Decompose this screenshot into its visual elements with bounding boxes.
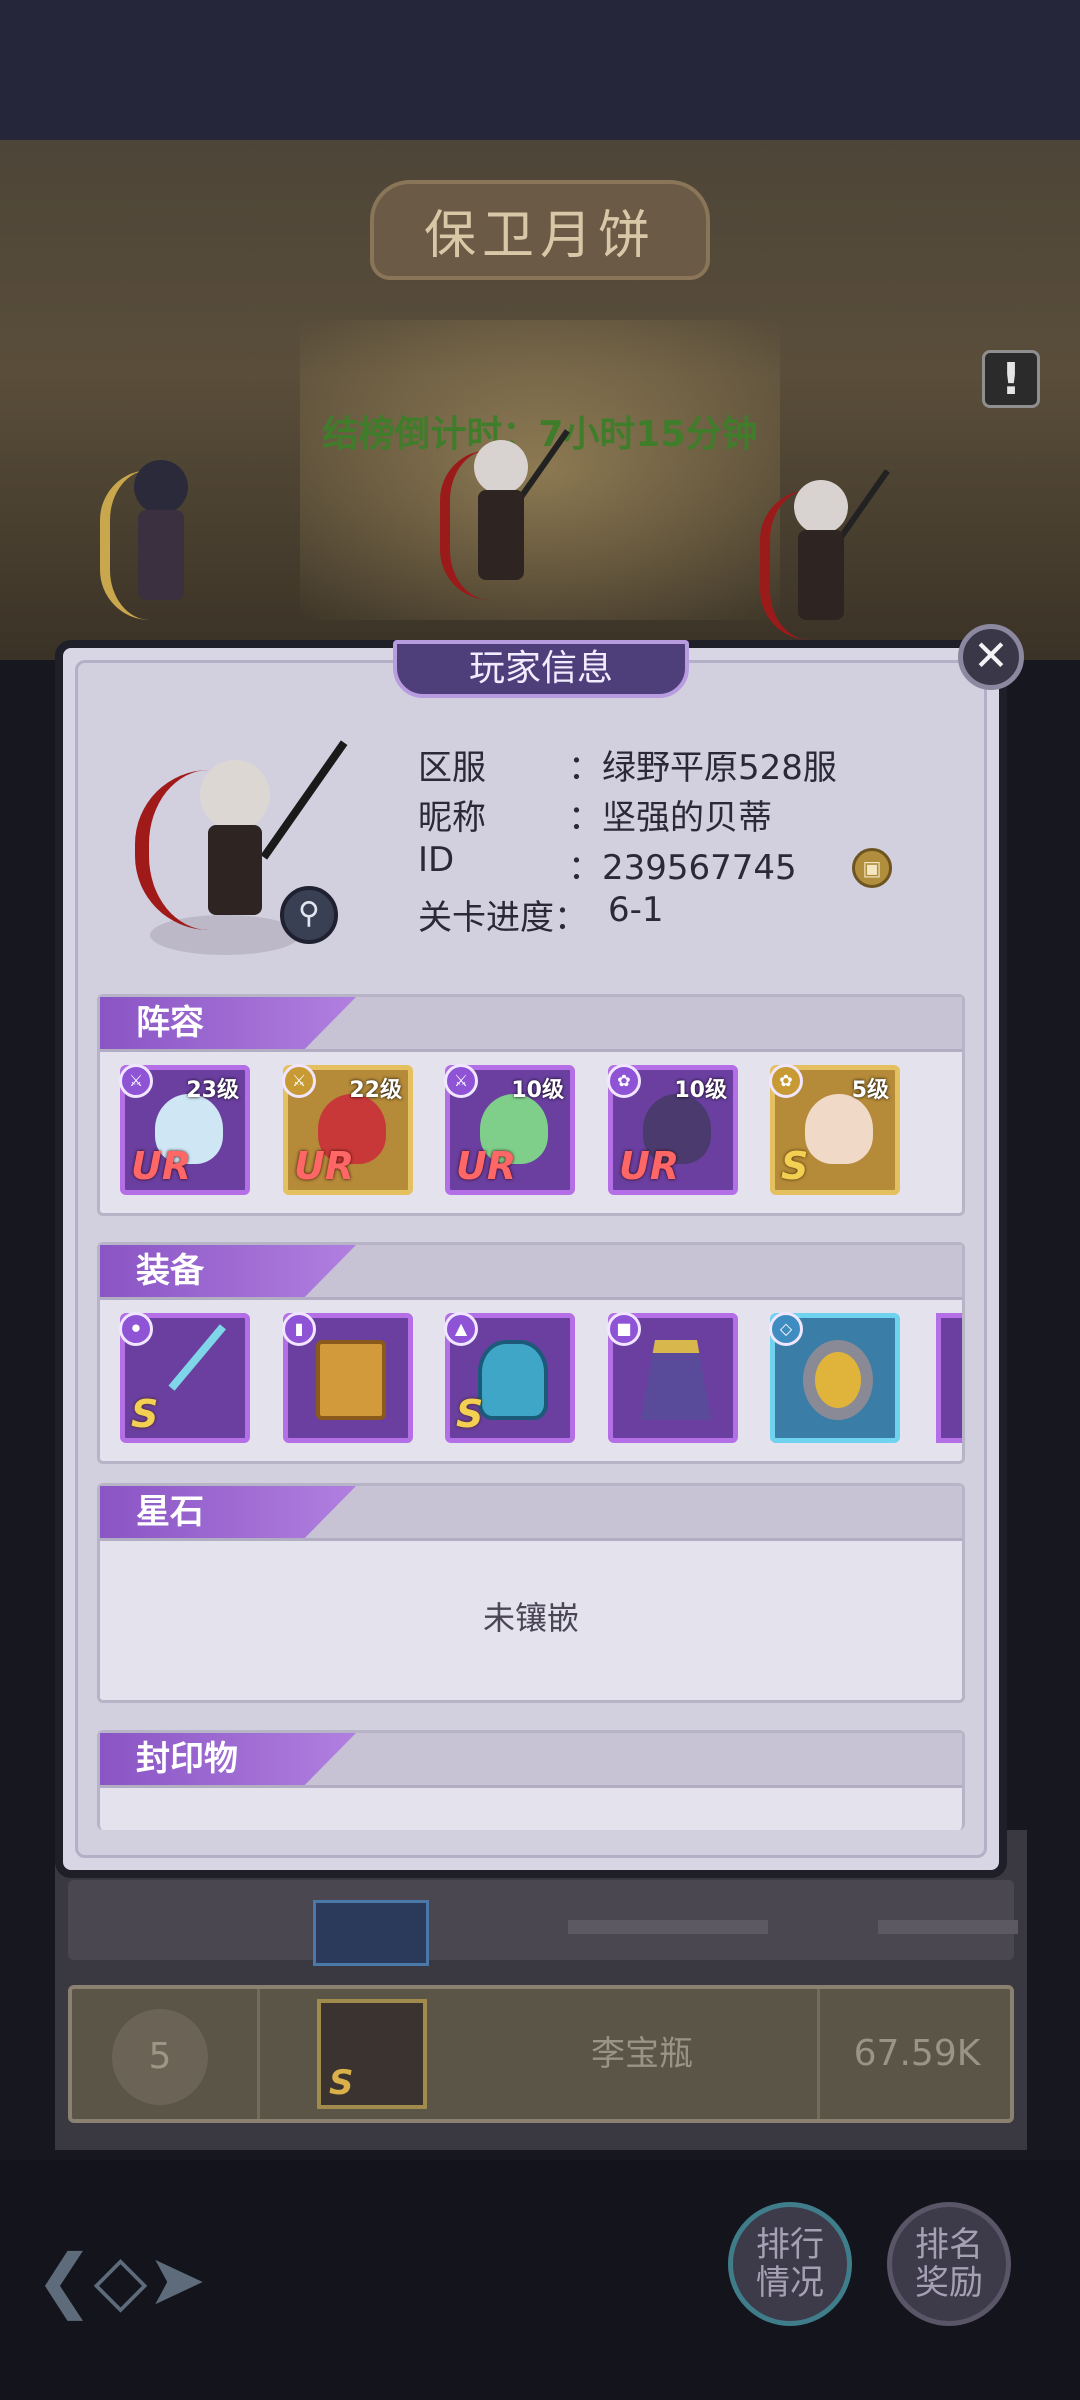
sword-icon: ⚔ xyxy=(282,1064,316,1098)
equipment-slot-2[interactable]: ▮ xyxy=(282,1312,413,1443)
rarity-badge: S xyxy=(131,1392,159,1436)
skirt-icon xyxy=(641,1340,711,1420)
rank-avatar xyxy=(313,1900,429,1966)
equipment-slot-3[interactable]: ▲ S xyxy=(444,1312,575,1443)
rarity-badge: S xyxy=(781,1144,809,1188)
close-icon[interactable]: ✕ xyxy=(958,624,1024,690)
swirl-icon: ✿ xyxy=(607,1064,641,1098)
rank-avatar[interactable]: S xyxy=(317,1999,427,2109)
character-sprite-3[interactable] xyxy=(760,460,890,660)
hero-level: 23级 xyxy=(186,1078,239,1103)
helmet-icon xyxy=(478,1340,548,1420)
equipment-slot-6[interactable] xyxy=(936,1313,962,1443)
info-label: 区服 xyxy=(418,748,486,788)
info-value: ：坚强的贝蒂 xyxy=(568,798,772,838)
hero-level: 5级 xyxy=(851,1078,889,1103)
equipment-slot-5[interactable]: ◇ xyxy=(769,1312,900,1443)
magnifier-icon[interactable]: ⚲ xyxy=(280,886,338,944)
ranking-row[interactable]: 5 S 李宝瓶 67.59K xyxy=(68,1985,1014,2123)
star-stone-section: 星石 未镶嵌 xyxy=(97,1483,965,1703)
rarity-badge: UR xyxy=(131,1144,192,1188)
equipment-slot-4[interactable]: ■ xyxy=(607,1312,738,1443)
hero-slot-4[interactable]: ✿ 10级 UR xyxy=(607,1064,738,1195)
empty-state-text: 未镶嵌 xyxy=(482,1599,579,1637)
ring-icon xyxy=(803,1340,873,1420)
rank-status-button[interactable]: 排行 情况 xyxy=(728,2202,852,2326)
rank-status-label: 排行 情况 xyxy=(756,2225,824,2303)
ranking-row-partial[interactable] xyxy=(68,1880,1018,1966)
trident-icon xyxy=(168,1324,280,1436)
rarity-badge: UR xyxy=(294,1144,355,1188)
copy-id-icon[interactable]: ▣ xyxy=(852,848,892,888)
info-value: ：绿野平原528服 xyxy=(568,748,837,788)
rank-number: 5 xyxy=(112,2009,208,2105)
hero-slot-3[interactable]: ⚔ 10级 UR xyxy=(444,1064,575,1195)
book-icon xyxy=(316,1340,386,1420)
back-arrow-icon[interactable]: ❮◇➤ xyxy=(35,2240,206,2320)
rank-score: 67.59K xyxy=(853,2033,981,2074)
armor-type-icon: ■ xyxy=(607,1312,641,1346)
character-sprite-2[interactable] xyxy=(440,420,570,620)
book-type-icon: ▮ xyxy=(282,1312,316,1346)
staff-type-icon: ⚫ xyxy=(119,1312,153,1346)
rank-reward-label: 排名 奖励 xyxy=(915,2225,983,2303)
swirl-icon: ✿ xyxy=(769,1064,803,1098)
info-label: 昵称 xyxy=(418,798,486,838)
top-bar xyxy=(0,0,1080,140)
rank-reward-button[interactable]: 排名 奖励 xyxy=(887,2202,1011,2326)
hero-slot-1[interactable]: ⚔ 23级 UR xyxy=(119,1064,250,1195)
alert-icon[interactable]: ! xyxy=(982,350,1040,408)
info-value: ：239567745 xyxy=(568,848,797,888)
rarity-badge: S xyxy=(329,2063,354,2103)
hero-level: 22级 xyxy=(349,1078,402,1103)
equipment-slot-1[interactable]: ⚫ S xyxy=(119,1312,280,1443)
lineup-section: 阵容 ⚔ 23级 UR ⚔ 22级 UR ⚔ 10级 UR ✿ 10级 UR ✿… xyxy=(97,994,965,1216)
rarity-badge: S xyxy=(456,1392,484,1436)
hero-portrait xyxy=(805,1094,873,1164)
hero-level: 10级 xyxy=(674,1078,727,1103)
event-title: 保卫月饼 xyxy=(370,180,710,280)
dagger-icon: ⚔ xyxy=(444,1064,478,1098)
info-value: 6-1 xyxy=(608,890,664,930)
info-label: ID xyxy=(418,840,455,880)
rank-player-name: 李宝瓶 xyxy=(591,2034,693,2074)
modal-title: 玩家信息 xyxy=(393,640,689,698)
dagger-icon: ⚔ xyxy=(119,1064,153,1098)
hero-slot-2[interactable]: ⚔ 22级 UR xyxy=(282,1064,413,1195)
character-sprite-1[interactable] xyxy=(100,440,220,640)
hero-level: 10级 xyxy=(511,1078,564,1103)
hero-slot-5[interactable]: ✿ 5级 S xyxy=(769,1064,900,1195)
rarity-badge: UR xyxy=(619,1144,680,1188)
info-label: 关卡进度： xyxy=(418,898,588,938)
rarity-badge: UR xyxy=(456,1144,517,1188)
ring-type-icon: ◇ xyxy=(769,1312,803,1346)
helmet-type-icon: ▲ xyxy=(444,1312,478,1346)
equipment-section: 装备 ⚫ S ▮ ▲ S ■ ◇ xyxy=(97,1242,965,1464)
seal-section: 封印物 xyxy=(97,1730,965,1830)
podium-characters xyxy=(0,420,1080,650)
